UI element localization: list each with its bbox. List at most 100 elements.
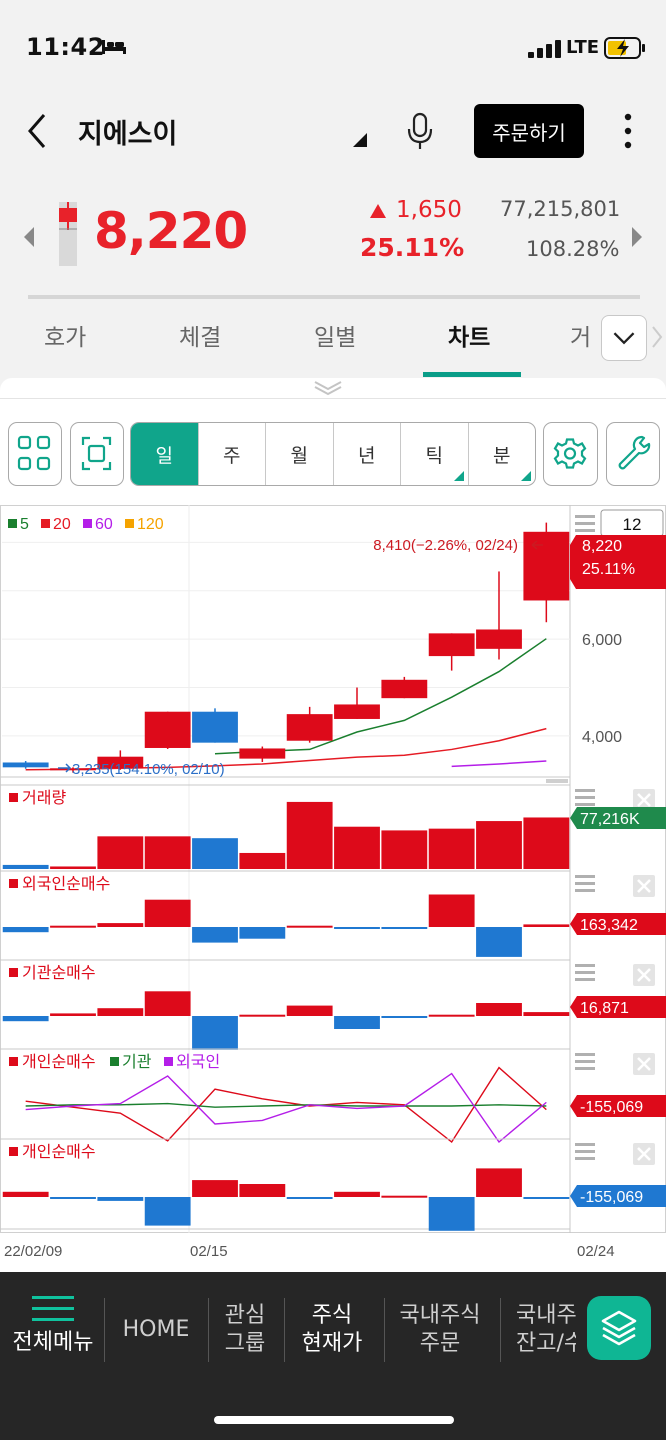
volume-bar <box>476 821 522 869</box>
next-stock-icon[interactable] <box>630 226 644 248</box>
x-axis-label: 02/15 <box>190 1243 228 1260</box>
candle-count-value: 12 <box>623 515 642 534</box>
net-buy-bar <box>144 991 191 1016</box>
tab-order-book[interactable]: 호가 <box>44 318 86 352</box>
panel-menu-icon[interactable] <box>575 1053 595 1056</box>
panel-menu-icon[interactable] <box>575 971 595 974</box>
panel-menu-icon[interactable] <box>575 789 595 792</box>
x-axis-label: 02/24 <box>577 1243 615 1260</box>
arrow-right-icon <box>58 763 72 773</box>
layers-button[interactable] <box>587 1296 651 1360</box>
legend-ma-label: 60 <box>95 516 113 533</box>
order-button[interactable]: 주문하기 <box>474 104 584 158</box>
legend-ma-label: 120 <box>137 516 164 533</box>
settings-button[interactable] <box>543 422 598 486</box>
tab-executions[interactable]: 체결 <box>179 318 221 352</box>
resize-grip[interactable] <box>546 779 568 783</box>
change-percent: 25.11% <box>360 233 465 262</box>
price-range-indicator <box>59 202 77 266</box>
net-buy-bar <box>476 1003 522 1016</box>
microphone-icon[interactable] <box>404 112 436 150</box>
period-button-4[interactable]: 틱 <box>401 423 469 485</box>
chevron-down-icon[interactable] <box>601 315 647 361</box>
gear-icon <box>553 438 587 469</box>
panel-menu-icon[interactable] <box>575 875 595 878</box>
panel-legend-label: 외국인 <box>176 1053 220 1071</box>
net-buy-bar <box>2 1191 49 1197</box>
net-buy-bar <box>239 927 286 939</box>
volume-bar <box>192 838 238 869</box>
net-buy-bar <box>428 894 475 927</box>
period-label: 년 <box>358 444 376 467</box>
candle-body <box>192 711 238 743</box>
panel-value-label: 163,342 <box>580 917 638 934</box>
panel-menu-icon[interactable] <box>575 882 595 885</box>
panel-menu-icon[interactable] <box>575 1067 595 1070</box>
battery-charging-icon <box>604 37 645 59</box>
tab-chart[interactable]: 차트 <box>448 318 490 352</box>
candle-body <box>2 762 49 768</box>
panel-menu-icon[interactable] <box>575 964 595 967</box>
panel-menu-icon[interactable] <box>575 889 595 892</box>
dropdown-icon[interactable] <box>351 131 367 147</box>
volume-bar <box>428 828 475 869</box>
panel-menu-icon[interactable] <box>575 515 595 518</box>
volume-bar <box>97 836 144 869</box>
net-buy-bar <box>476 1168 522 1197</box>
panel-menu-icon[interactable] <box>575 1143 595 1146</box>
nav-home[interactable]: HOME <box>110 1316 202 1344</box>
nav-order-line2: 주문 <box>419 1331 461 1356</box>
layers-icon <box>601 1310 637 1346</box>
tools-button[interactable] <box>606 422 660 486</box>
nav-balance-line2: 잔고/수 <box>516 1331 576 1356</box>
collapse-handle-icon[interactable] <box>312 380 344 396</box>
panel-menu-icon[interactable] <box>575 1060 595 1063</box>
period-button-2[interactable]: 월 <box>266 423 334 485</box>
panel-menu-icon[interactable] <box>575 522 595 525</box>
period-label: 주 <box>223 444 241 467</box>
candle-body <box>239 748 286 759</box>
panel-menu-icon[interactable] <box>575 978 595 981</box>
candle-body <box>381 679 428 699</box>
panel-menu-icon[interactable] <box>575 803 595 806</box>
submenu-corner-icon <box>521 471 531 481</box>
panel-value-label: 16,871 <box>580 1000 629 1017</box>
chevron-right-icon <box>652 326 663 348</box>
candle-body <box>286 714 333 741</box>
volume-bar <box>334 826 380 869</box>
net-buy-bar <box>286 1197 333 1199</box>
stock-chart[interactable]: 5 20 60 120 8,410(−2.26%, 02/24) 3,235(154.10… <box>0 505 666 1267</box>
panel-value-label: -155,069 <box>580 1189 643 1206</box>
menu-icon[interactable] <box>32 1296 74 1322</box>
layout-grid-button[interactable] <box>8 422 62 486</box>
period-button-5[interactable]: 분 <box>469 423 536 485</box>
panel-menu-icon[interactable] <box>575 529 595 532</box>
net-buy-bar <box>428 1014 475 1017</box>
period-button-3[interactable]: 년 <box>334 423 401 485</box>
tab-more-partial[interactable]: 거 <box>570 318 600 352</box>
panel-menu-icon[interactable] <box>575 1157 595 1160</box>
nav-all-menu[interactable]: 전체메뉴 <box>6 1329 100 1357</box>
net-buy-bar <box>192 927 238 943</box>
net-buy-bar <box>97 1197 144 1201</box>
panel-menu-icon[interactable] <box>575 796 595 799</box>
nav-domestic-balance[interactable]: 국내주 잔고/수 <box>506 1302 576 1358</box>
volume-bar <box>50 866 96 869</box>
nav-order-line1: 국내주식 <box>399 1303 481 1328</box>
nav-domestic-order[interactable]: 국내주식 주문 <box>390 1302 490 1358</box>
tab-daily[interactable]: 일별 <box>314 318 356 352</box>
previous-stock-icon[interactable] <box>22 226 36 248</box>
status-bar: 11:42 LTE <box>0 0 666 100</box>
back-icon[interactable] <box>24 112 50 150</box>
submenu-corner-icon <box>453 471 464 481</box>
net-buy-bar <box>334 927 380 929</box>
period-button-0[interactable]: 일 <box>131 423 199 485</box>
ma60-line <box>451 760 547 768</box>
fullscreen-button[interactable] <box>70 422 124 486</box>
nav-stock-current-price[interactable]: 주식 현재가 <box>290 1302 374 1358</box>
more-options-icon[interactable] <box>618 112 638 150</box>
nav-watchlist[interactable]: 관심 그룹 <box>214 1302 276 1358</box>
period-button-1[interactable]: 주 <box>199 423 266 485</box>
panel-menu-icon[interactable] <box>575 1150 595 1153</box>
candle-body <box>144 711 191 748</box>
